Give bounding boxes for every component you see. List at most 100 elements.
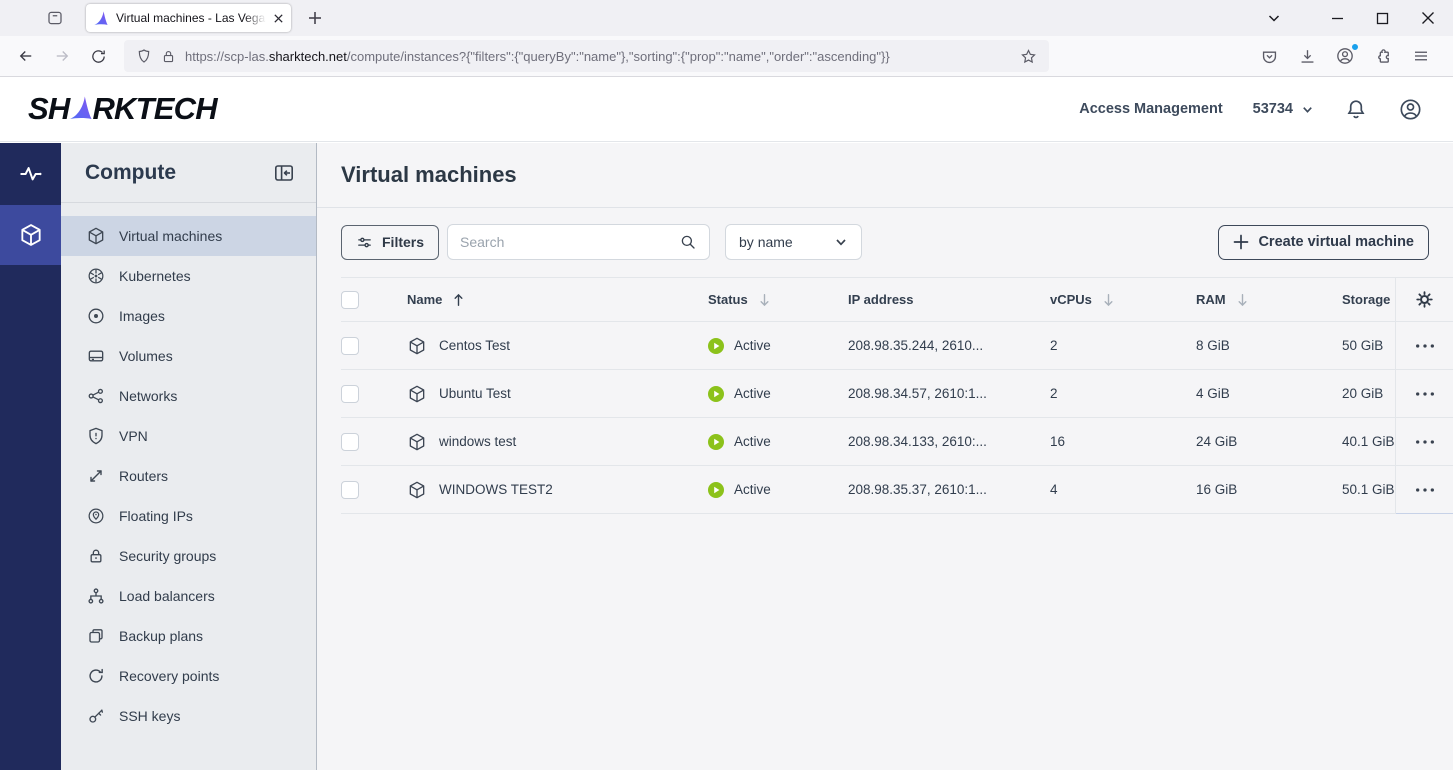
user-profile-icon[interactable] xyxy=(1398,97,1423,122)
create-virtual-machine-button[interactable]: Create virtual machine xyxy=(1218,224,1429,260)
search-input[interactable] xyxy=(460,234,672,250)
gear-icon xyxy=(1416,291,1433,308)
sidebar-item-security-groups[interactable]: Security groups xyxy=(61,536,316,576)
access-management-link[interactable]: Access Management xyxy=(1079,101,1222,117)
collapse-sidebar-icon[interactable] xyxy=(272,161,296,185)
account-number: 53734 xyxy=(1252,101,1293,117)
ellipsis-icon xyxy=(1415,487,1434,492)
row-checkbox-cell xyxy=(341,432,389,451)
notifications-bell-icon[interactable] xyxy=(1344,97,1368,121)
share-nodes-icon xyxy=(88,388,103,404)
firefox-view-button[interactable] xyxy=(40,5,70,31)
sidebar-item-volumes[interactable]: Volumes xyxy=(61,336,316,376)
table-row[interactable]: Ubuntu Test Active 208.98.34.57, 2610:1.… xyxy=(341,370,1453,418)
row-actions-button[interactable] xyxy=(1396,418,1453,466)
filters-button[interactable]: Filters xyxy=(341,224,440,260)
icon-rail xyxy=(0,143,61,770)
vm-name-cell[interactable]: windows test xyxy=(389,432,708,452)
maximize-icon[interactable] xyxy=(1376,12,1389,25)
ellipsis-icon xyxy=(1415,439,1434,444)
rail-item-compute[interactable] xyxy=(0,205,61,265)
new-tab-button[interactable] xyxy=(301,5,329,31)
back-button[interactable] xyxy=(10,41,42,71)
row-checkbox[interactable] xyxy=(341,336,359,355)
sort-descending-icon[interactable] xyxy=(1102,293,1115,307)
filters-sliders-icon xyxy=(358,237,371,247)
header-right-nav: Access Management 53734 xyxy=(1079,97,1423,122)
lock-icon xyxy=(90,549,102,563)
table-row[interactable]: WINDOWS TEST2 Active 208.98.35.37, 2610:… xyxy=(341,466,1453,514)
sharktech-favicon xyxy=(94,11,108,25)
ellipsis-icon xyxy=(1415,343,1434,348)
sidebar-item-label: Load balancers xyxy=(119,588,215,604)
column-header-name[interactable]: Name xyxy=(389,292,708,307)
filters-label: Filters xyxy=(382,234,425,250)
row-checkbox-cell xyxy=(341,336,389,355)
vm-ip: 208.98.34.57, 2610:1... xyxy=(848,386,987,401)
sort-descending-icon[interactable] xyxy=(1236,293,1249,307)
column-header-vcpus[interactable]: vCPUs xyxy=(1050,292,1196,307)
vm-name-cell[interactable]: Ubuntu Test xyxy=(389,384,708,404)
sidebar-item-networks[interactable]: Networks xyxy=(61,376,316,416)
minimize-icon[interactable] xyxy=(1331,12,1344,25)
vm-name-cell[interactable]: Centos Test xyxy=(389,336,708,356)
row-actions-button[interactable] xyxy=(1396,322,1453,370)
forward-icon xyxy=(56,51,69,61)
sidebar-item-backup-plans[interactable]: Backup plans xyxy=(61,616,316,656)
table-row[interactable]: Centos Test Active 208.98.35.244, 2610..… xyxy=(341,322,1453,370)
browser-tab[interactable]: Virtual machines - Las Vegas Clo xyxy=(86,4,291,32)
vm-name-cell[interactable]: WINDOWS TEST2 xyxy=(389,480,708,500)
url-bar[interactable]: https://scp-las.sharktech.net/compute/in… xyxy=(124,40,1049,72)
extensions-button[interactable] xyxy=(1371,44,1395,68)
sidebar-item-vpn[interactable]: VPN xyxy=(61,416,316,456)
list-tabs-icon[interactable] xyxy=(1267,11,1281,25)
bookmark-star-icon[interactable] xyxy=(1020,48,1037,65)
menu-button[interactable] xyxy=(1409,44,1433,68)
sidebar-item-label: Virtual machines xyxy=(119,228,223,244)
sidebar-item-virtual-machines[interactable]: Virtual machines xyxy=(61,216,316,256)
sidebar-item-recovery-points[interactable]: Recovery points xyxy=(61,656,316,696)
sidebar-item-routers[interactable]: Routers xyxy=(61,456,316,496)
tab-close-icon[interactable] xyxy=(273,13,284,24)
table-row[interactable]: windows test Active 208.98.34.133, 2610:… xyxy=(341,418,1453,466)
pocket-button[interactable] xyxy=(1257,44,1281,68)
search-icon[interactable] xyxy=(679,233,697,251)
lock-icon[interactable] xyxy=(161,49,176,64)
table-settings-cell[interactable] xyxy=(1396,277,1453,322)
sidebar-item-load-balancers[interactable]: Load balancers xyxy=(61,576,316,616)
sidebar-item-floating-ips[interactable]: Floating IPs xyxy=(61,496,316,536)
reload-button[interactable] xyxy=(82,41,114,71)
column-header-status[interactable]: Status xyxy=(708,292,848,307)
row-checkbox[interactable] xyxy=(341,384,359,403)
row-checkbox[interactable] xyxy=(341,480,359,499)
sidebar-item-ssh-keys[interactable]: SSH keys xyxy=(61,696,316,736)
sidebar-item-images[interactable]: Images xyxy=(61,296,316,336)
sidebar-item-label: Recovery points xyxy=(119,668,220,684)
sort-by-select[interactable]: by name xyxy=(725,224,863,260)
row-actions-button[interactable] xyxy=(1396,370,1453,418)
shield-permissions-icon[interactable] xyxy=(136,48,152,64)
row-checkbox[interactable] xyxy=(341,432,359,451)
activity-pulse-icon xyxy=(19,167,42,181)
sort-ascending-icon[interactable] xyxy=(452,293,465,307)
rail-item-activity[interactable] xyxy=(0,143,61,205)
close-window-icon[interactable] xyxy=(1421,11,1435,25)
column-header-ip[interactable]: IP address xyxy=(848,292,1050,307)
column-header-ram[interactable]: RAM xyxy=(1196,292,1342,307)
select-all-checkbox[interactable] xyxy=(341,290,359,309)
sidebar-item-label: Images xyxy=(119,308,165,324)
download-icon xyxy=(1301,49,1313,63)
account-button[interactable] xyxy=(1333,43,1359,68)
account-number-dropdown[interactable]: 53734 xyxy=(1253,101,1314,117)
logo-text-left: SH xyxy=(28,91,70,126)
forward-button[interactable] xyxy=(46,41,78,71)
sidebar-item-kubernetes[interactable]: Kubernetes xyxy=(61,256,316,296)
sidebar-item-label: Networks xyxy=(119,388,178,404)
sort-descending-icon[interactable] xyxy=(758,293,771,307)
puzzle-icon xyxy=(1377,48,1389,63)
row-actions-button[interactable] xyxy=(1396,466,1453,514)
downloads-button[interactable] xyxy=(1295,44,1319,68)
sharktech-logo[interactable]: SH RKTECH xyxy=(28,91,218,127)
vm-ip: 208.98.35.37, 2610:1... xyxy=(848,482,987,497)
status-active-icon xyxy=(708,481,724,498)
